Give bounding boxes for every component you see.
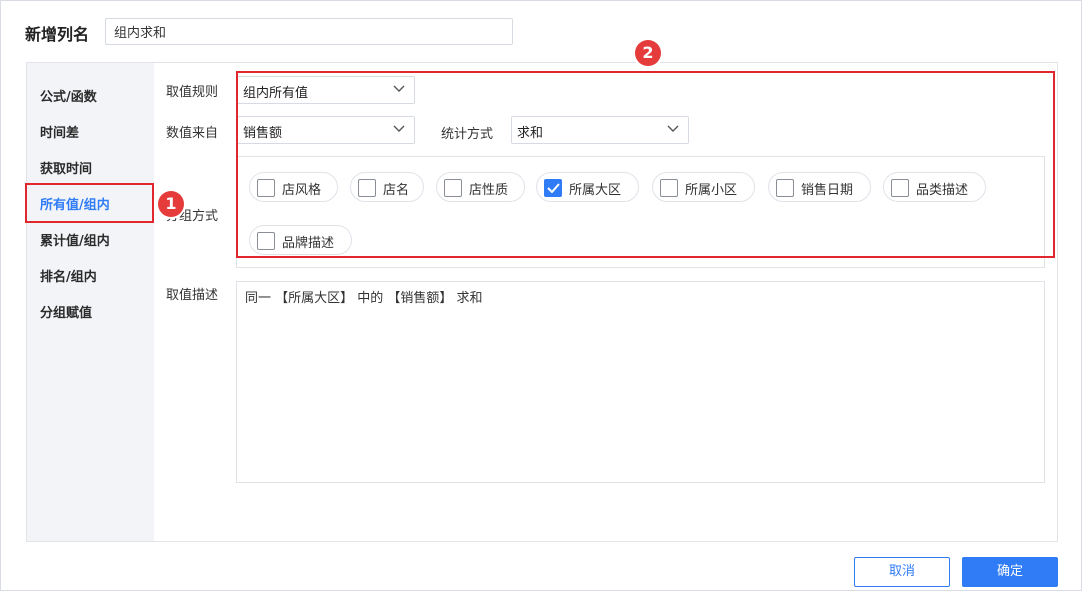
group-option-region[interactable]: 所属大区 <box>536 172 639 202</box>
checkbox[interactable] <box>776 179 794 197</box>
checkbox[interactable] <box>891 179 909 197</box>
group-option-store-type[interactable]: 店性质 <box>436 172 525 202</box>
checkbox[interactable] <box>358 179 376 197</box>
stat-method-select[interactable]: 求和 <box>511 116 689 144</box>
chevron-down-icon <box>393 85 405 92</box>
confirm-button[interactable]: 确定 <box>962 557 1058 587</box>
group-option-store-style[interactable]: 店风格 <box>249 172 338 202</box>
sidebar-item-group-assign[interactable]: 分组赋值 <box>40 302 92 321</box>
cancel-button[interactable]: 取消 <box>854 557 950 587</box>
value-source-label: 数值来自 <box>166 126 219 141</box>
checkbox[interactable] <box>257 232 275 250</box>
checkbox[interactable] <box>257 179 275 197</box>
check-icon <box>547 183 560 193</box>
dialog-title: 新增列名 <box>25 25 90 44</box>
description-text: 同一 【所属大区】 中的 【销售额】 求和 <box>236 281 1045 483</box>
group-option-store-name[interactable]: 店名 <box>350 172 424 202</box>
checkbox-checked[interactable] <box>544 179 562 197</box>
sidebar-item-rank-group[interactable]: 排名/组内 <box>40 266 97 285</box>
group-option-brand[interactable]: 品牌描述 <box>249 225 352 255</box>
checkbox[interactable] <box>660 179 678 197</box>
dialog: 新增列名 公式/函数 时间差 获取时间 所有值/组内 累计值/组内 排名/组内 … <box>0 0 1082 591</box>
chevron-down-icon <box>393 125 405 132</box>
group-option-subregion[interactable]: 所属小区 <box>652 172 755 202</box>
sidebar-item-formula[interactable]: 公式/函数 <box>40 86 97 105</box>
stat-method-selected: 求和 <box>517 126 544 141</box>
annotation-marker-1: 1 <box>158 191 184 217</box>
sidebar-item-time-diff[interactable]: 时间差 <box>40 122 79 141</box>
sidebar-item-all-values-group[interactable]: 所有值/组内 <box>40 194 110 213</box>
checkbox[interactable] <box>444 179 462 197</box>
value-rule-selected: 组内所有值 <box>243 86 309 101</box>
column-name-input[interactable] <box>105 18 513 45</box>
value-source-selected: 销售额 <box>243 126 283 141</box>
group-option-sale-date[interactable]: 销售日期 <box>768 172 871 202</box>
sidebar-item-cumulative-group[interactable]: 累计值/组内 <box>40 230 110 249</box>
stat-method-label: 统计方式 <box>441 127 494 142</box>
value-rule-select[interactable]: 组内所有值 <box>237 76 415 104</box>
group-options-box: 店风格 店名 店性质 所属大区 所属小区 销售日期 品类描述 品牌描述 <box>236 156 1045 268</box>
group-option-category[interactable]: 品类描述 <box>883 172 986 202</box>
value-source-select[interactable]: 销售额 <box>237 116 415 144</box>
description-label: 取值描述 <box>166 288 219 303</box>
chevron-down-icon <box>667 125 679 132</box>
annotation-marker-2: 2 <box>635 40 661 66</box>
sidebar-item-get-time[interactable]: 获取时间 <box>40 158 92 177</box>
value-rule-label: 取值规则 <box>166 85 219 100</box>
sidebar: 公式/函数 时间差 获取时间 所有值/组内 累计值/组内 排名/组内 分组赋值 <box>27 63 154 541</box>
